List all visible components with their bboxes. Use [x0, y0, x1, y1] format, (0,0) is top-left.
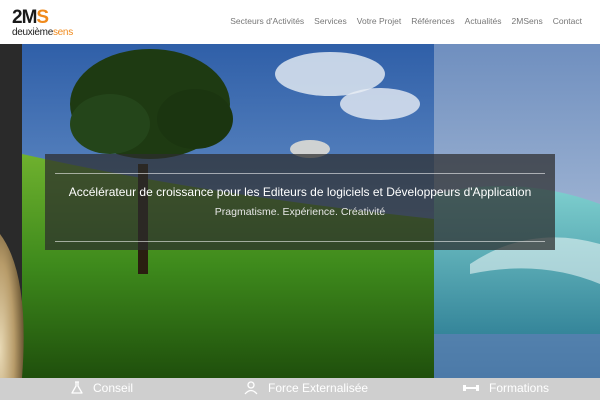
flask-icon	[71, 381, 83, 394]
service-label: Formations	[489, 381, 550, 395]
site-header: 2MS deuxièmesens Secteurs d'Activités Se…	[0, 0, 600, 44]
logo-mark: 2MS	[12, 7, 49, 28]
main-nav: Secteurs d'Activités Services Votre Proj…	[230, 16, 582, 26]
hero-headline: Accélérateur de croissance pour les Edit…	[68, 185, 532, 199]
nav-votre-projet[interactable]: Votre Projet	[357, 16, 401, 26]
logo-wordmark: deuxièmesens	[12, 27, 73, 38]
service-label: Force Externalisée	[268, 381, 369, 395]
service-force-externalisee[interactable]: Force Externalisée	[243, 381, 368, 395]
nav-2msens[interactable]: 2MSens	[512, 16, 543, 26]
brand-logo[interactable]: 2MS deuxièmesens	[12, 8, 92, 38]
nav-services[interactable]: Services	[314, 16, 347, 26]
services-bar: Conseil Force Externalisée Formations	[0, 378, 600, 400]
hero-tagline: Pragmatisme. Expérience. Créativité	[214, 206, 386, 218]
hero-banner: Accélérateur de croissance pour les Edit…	[0, 44, 600, 378]
service-conseil[interactable]: Conseil	[70, 381, 133, 395]
caption-top-rule	[55, 173, 545, 174]
nav-contact[interactable]: Contact	[553, 16, 582, 26]
service-label: Conseil	[93, 381, 134, 395]
service-formations[interactable]: Formations	[462, 381, 549, 395]
nav-secteurs[interactable]: Secteurs d'Activités	[230, 16, 304, 26]
caption-bottom-rule	[55, 241, 545, 242]
nav-references[interactable]: Références	[411, 16, 454, 26]
dumbbell-icon	[463, 385, 479, 391]
users-icon	[244, 381, 258, 395]
hero-caption-panel: Accélérateur de croissance pour les Edit…	[45, 154, 555, 250]
nav-actualites[interactable]: Actualités	[465, 16, 502, 26]
